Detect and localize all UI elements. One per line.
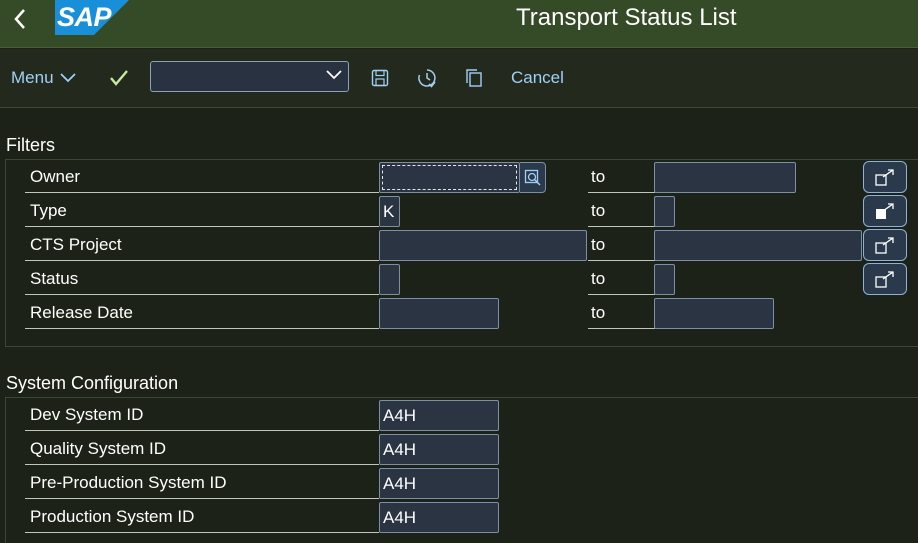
multiple-selection-icon	[875, 237, 894, 254]
owner-to-input[interactable]	[654, 162, 796, 193]
preprod-system-id-input[interactable]: A4H	[379, 468, 499, 499]
type-multiple-selection-button[interactable]	[863, 195, 907, 227]
cts-project-to-input[interactable]	[654, 230, 862, 261]
type-from-input[interactable]: K	[379, 196, 400, 227]
owner-value-help-button[interactable]	[520, 162, 546, 193]
owner-multiple-selection-button[interactable]	[863, 161, 907, 193]
cancel-button[interactable]: Cancel	[511, 67, 564, 89]
toolbar: Menu Cancel	[0, 49, 918, 108]
back-button[interactable]	[8, 6, 32, 32]
filter-label-owner: Owner	[25, 160, 379, 193]
config-label-quality: Quality System ID	[25, 432, 379, 465]
dropdown-chevron-icon	[326, 70, 342, 80]
owner-from-input[interactable]	[379, 162, 520, 193]
dev-system-id-input[interactable]: A4H	[379, 400, 499, 431]
page-title: Transport Status List	[516, 4, 737, 31]
multiple-selection-icon	[875, 271, 894, 288]
filter-label-type: Type	[25, 194, 379, 227]
history-button[interactable]	[415, 66, 439, 90]
shell-header: SAP Transport Status List	[0, 0, 918, 48]
multiple-selection-icon	[875, 169, 894, 186]
type-to-input[interactable]	[654, 196, 675, 227]
config-label-production: Production System ID	[25, 500, 379, 533]
filter-label-cts-project: CTS Project	[25, 228, 379, 261]
quality-system-id-value: A4H	[383, 440, 417, 459]
command-field[interactable]	[150, 61, 349, 92]
system-config-title: System Configuration	[6, 373, 179, 393]
config-label-dev: Dev System ID	[25, 398, 379, 431]
history-clock-icon	[418, 69, 436, 88]
chevron-left-icon	[14, 9, 25, 29]
type-to-label: to	[588, 194, 655, 227]
save-icon	[371, 69, 389, 87]
release-date-to-input[interactable]	[654, 298, 774, 329]
filter-row-status: Status	[25, 262, 915, 295]
filter-label-status: Status	[25, 262, 379, 295]
production-system-id-value: A4H	[383, 508, 417, 527]
status-to-label: to	[588, 262, 655, 295]
status-to-input[interactable]	[654, 264, 675, 295]
focus-indicator	[382, 165, 517, 190]
menu-button[interactable]: Menu	[11, 67, 76, 89]
status-from-input[interactable]	[379, 264, 400, 295]
filter-label-release-date: Release Date	[25, 296, 379, 329]
type-from-value: K	[383, 202, 395, 221]
cts-project-multiple-selection-button[interactable]	[863, 229, 907, 261]
dev-system-id-value: A4H	[383, 406, 417, 425]
release-date-from-input[interactable]	[379, 298, 499, 329]
multiple-selection-active-icon	[876, 203, 894, 219]
sap-logo-text: SAP	[57, 2, 112, 32]
chevron-down-icon	[59, 73, 76, 83]
status-multiple-selection-button[interactable]	[863, 263, 907, 295]
release-date-to-label: to	[588, 296, 655, 329]
filter-row-type: Type	[25, 194, 915, 227]
cts-project-from-input[interactable]	[379, 230, 587, 261]
cts-project-to-label: to	[588, 228, 655, 261]
value-help-icon	[524, 169, 541, 186]
quality-system-id-input[interactable]: A4H	[379, 434, 499, 465]
enter-button[interactable]	[106, 66, 132, 90]
owner-to-label: to	[588, 160, 655, 193]
checkmark-icon	[110, 70, 128, 86]
copy-button[interactable]	[463, 67, 485, 89]
sap-logo: SAP	[55, 0, 129, 35]
preprod-system-id-value: A4H	[383, 474, 417, 493]
save-button[interactable]	[369, 67, 391, 89]
copy-icon	[466, 69, 482, 87]
config-label-preprod: Pre-Production System ID	[25, 466, 379, 499]
production-system-id-input[interactable]: A4H	[379, 502, 499, 533]
menu-label: Menu	[11, 68, 54, 87]
filters-title: Filters	[6, 135, 55, 155]
